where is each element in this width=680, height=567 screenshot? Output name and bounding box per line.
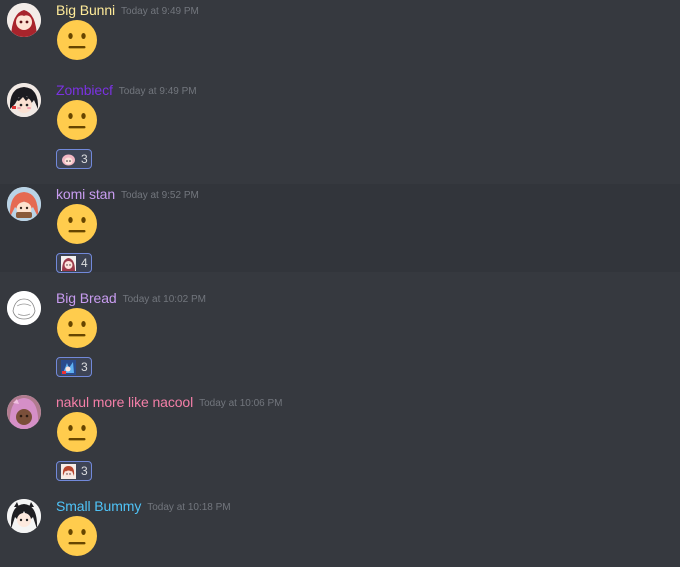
reaction-count: 4 [81,256,88,270]
message: komi stan Today at 9:52 PM 4 [0,184,680,273]
message: nakul more like nacool Today at 10:06 PM … [0,392,680,488]
user-avatar[interactable] [7,3,41,37]
neutral-face-icon[interactable] [56,203,98,245]
reaction-count: 3 [81,464,88,478]
user-avatar[interactable] [7,291,41,325]
neutral-face-icon[interactable] [56,99,98,141]
message: Big Bread Today at 10:02 PM 3 [0,288,680,384]
user-avatar[interactable] [7,499,41,533]
anime-girl-sticker-icon [61,464,76,479]
user-avatar[interactable] [7,83,41,117]
user-avatar[interactable] [7,395,41,429]
timestamp: Today at 10:02 PM [122,294,206,305]
reaction-button[interactable]: 3 [56,357,92,377]
timestamp: Today at 9:49 PM [118,86,197,97]
reaction-button[interactable]: 3 [56,461,92,481]
neutral-face-icon[interactable] [56,19,98,61]
neutral-face-icon[interactable] [56,307,98,349]
reaction-count: 3 [81,152,88,166]
message: Big Bunni Today at 9:49 PM [0,0,680,72]
username[interactable]: Big Bunni [56,2,115,18]
username[interactable]: nakul more like nacool [56,394,193,410]
message: Zombiecf Today at 9:49 PM 3 [0,80,680,176]
username[interactable]: komi stan [56,186,115,202]
anime-girl-sticker-icon [62,154,75,166]
reaction-button[interactable]: 4 [56,253,92,273]
reaction-button[interactable]: 3 [56,149,92,169]
anime-girl-sticker-icon [61,256,76,271]
neutral-face-icon[interactable] [56,515,98,557]
timestamp: Today at 10:06 PM [199,398,283,409]
reaction-count: 3 [81,360,88,374]
message: Small Bummy Today at 10:18 PM [0,496,680,567]
anime-character-sticker-icon [61,360,76,375]
timestamp: Today at 9:52 PM [121,190,199,201]
username[interactable]: Big Bread [56,290,117,306]
neutral-face-icon[interactable] [56,411,98,453]
user-avatar[interactable] [7,187,41,221]
username[interactable]: Zombiecf [56,82,113,98]
timestamp: Today at 10:18 PM [147,502,231,513]
username[interactable]: Small Bummy [56,498,141,514]
timestamp: Today at 9:49 PM [121,6,199,17]
